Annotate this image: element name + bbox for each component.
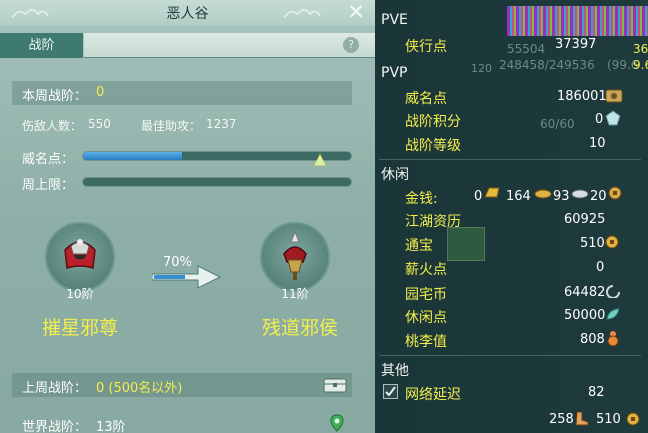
world-rank-label: 世界战阶：	[22, 420, 88, 433]
hud-number-2: 248458/249536	[499, 58, 595, 72]
rank-score-icon	[605, 110, 621, 126]
zhanjie-jifen-value: 0	[595, 112, 604, 127]
xiaxing-value: 37397	[555, 37, 597, 52]
hud-buff-strip	[507, 6, 648, 36]
copper-coin-icon	[608, 186, 622, 200]
latency-value: 82	[588, 385, 605, 400]
taoli-label: 桃李值	[405, 334, 447, 350]
footer-value-a: 258	[549, 412, 574, 427]
silver-ingot-icon	[571, 189, 589, 199]
latency-label: 网络延迟	[405, 387, 461, 403]
jade-item-icon	[447, 227, 485, 261]
title-bar[interactable]: 恶人谷 ✕	[0, 0, 375, 26]
hud-side-a: 36	[633, 42, 648, 56]
yuanzhai-value: 64482	[564, 285, 606, 300]
gold-ingot-icon	[534, 189, 552, 199]
tab-strip: 战阶 ?	[0, 33, 375, 58]
yuanzhai-label: 园宅币	[405, 287, 447, 303]
latency-checkbox[interactable]	[383, 384, 398, 399]
rank-panel: 恶人谷 ✕ 战阶 ? 本周战阶： 0 伤敌人数： 550 最佳助攻： 1237 …	[0, 0, 375, 433]
xiuxian-label: 休闲点	[405, 310, 447, 326]
tongbao-value: 510	[580, 236, 605, 251]
weekly-rank-value: 0	[96, 85, 105, 100]
prestige-bar	[82, 151, 352, 161]
last-week-rank-label: 上周战阶：	[22, 381, 88, 396]
axe-helmet-icon	[283, 230, 307, 280]
money-gold-brick-value: 0	[474, 189, 483, 204]
current-rank-level: 10阶	[66, 287, 94, 301]
xinhuo-label: 薪火点	[405, 262, 447, 278]
location-pin-icon[interactable]	[330, 414, 344, 432]
zhanjie-dengji-value: 10	[589, 136, 606, 151]
prestige-bar-fill	[83, 152, 183, 160]
last-week-rank-value: 0 (500名以外)	[96, 381, 183, 396]
kills-label: 伤敌人数：	[22, 119, 83, 133]
weekly-rank-label: 本周战阶：	[22, 89, 88, 104]
tongbao-coin-icon	[605, 235, 619, 249]
footer-value-b: 510	[596, 412, 621, 427]
money-silver-value: 93	[553, 189, 570, 204]
current-rank-emblem[interactable]	[45, 222, 115, 292]
weiming-value: 186001	[557, 89, 607, 104]
money-copper-value: 20	[590, 189, 607, 204]
jianghu-value: 60925	[564, 212, 606, 227]
pvp-header: PVP	[381, 65, 408, 81]
help-icon[interactable]: ?	[343, 37, 359, 53]
boot-icon	[575, 411, 589, 426]
next-rank-name: 残道邪侯	[261, 317, 338, 339]
xiaxing-label: 侠行点	[405, 39, 447, 55]
world-rank-value: 13阶	[96, 420, 126, 433]
weekly-rank-row: 本周战阶： 0	[12, 81, 352, 105]
gold-brick-icon	[484, 187, 500, 198]
other-header: 其他	[381, 363, 409, 379]
leaf-icon	[606, 308, 620, 320]
pve-header: PVE	[381, 12, 408, 28]
last-week-rank-row: 上周战阶： 0 (500名以外)	[12, 373, 352, 397]
tongbao-label: 通宝	[405, 238, 433, 254]
weiming-label: 威名点	[405, 91, 447, 107]
hud-fraction: 60/60	[540, 117, 575, 131]
xiuxian-value: 50000	[564, 308, 606, 323]
xinhuo-value: 0	[596, 260, 605, 275]
hud-level: 120	[471, 62, 492, 75]
cap-marker-icon	[314, 153, 326, 166]
assists-label: 最佳助攻：	[141, 119, 202, 133]
week-cap-bar	[82, 177, 352, 187]
rank-progress-arrow	[152, 265, 222, 289]
hud-number-1: 55504	[507, 42, 546, 56]
next-rank-emblem[interactable]	[260, 222, 330, 292]
divider	[379, 159, 641, 160]
taoli-value: 808	[580, 332, 605, 347]
zhanjie-jifen-label: 战阶积分	[405, 114, 461, 130]
red-helmet-icon	[64, 239, 96, 269]
tab-rank[interactable]: 战阶	[0, 33, 84, 58]
close-icon[interactable]: ✕	[347, 0, 365, 24]
chest-icon[interactable]	[322, 376, 348, 394]
kills-value: 550	[88, 117, 111, 131]
divider	[379, 355, 641, 356]
money-label: 金钱:	[405, 191, 438, 207]
gourd-icon	[607, 331, 619, 346]
check-icon	[385, 386, 396, 397]
assists-value: 1237	[206, 117, 237, 131]
zhanjie-dengji-label: 战阶等级	[405, 138, 461, 154]
currency-tooltip: 55504 248458/249536 (99.6 120 60/60 36 9…	[375, 0, 648, 433]
week-cap-label: 周上限：	[22, 178, 75, 193]
leisure-header: 休闲	[381, 167, 409, 183]
hud-side-b: 9.6	[633, 58, 648, 72]
garden-coin-icon	[606, 285, 620, 298]
money-gold-value: 164	[506, 189, 531, 204]
tongbao-coin-icon	[626, 412, 640, 426]
prestige-coin-icon	[605, 89, 623, 103]
window-title: 恶人谷	[166, 6, 209, 22]
next-rank-level: 11阶	[281, 287, 309, 301]
current-rank-name: 摧星邪尊	[41, 317, 118, 339]
prestige-label: 威名点：	[22, 152, 75, 167]
